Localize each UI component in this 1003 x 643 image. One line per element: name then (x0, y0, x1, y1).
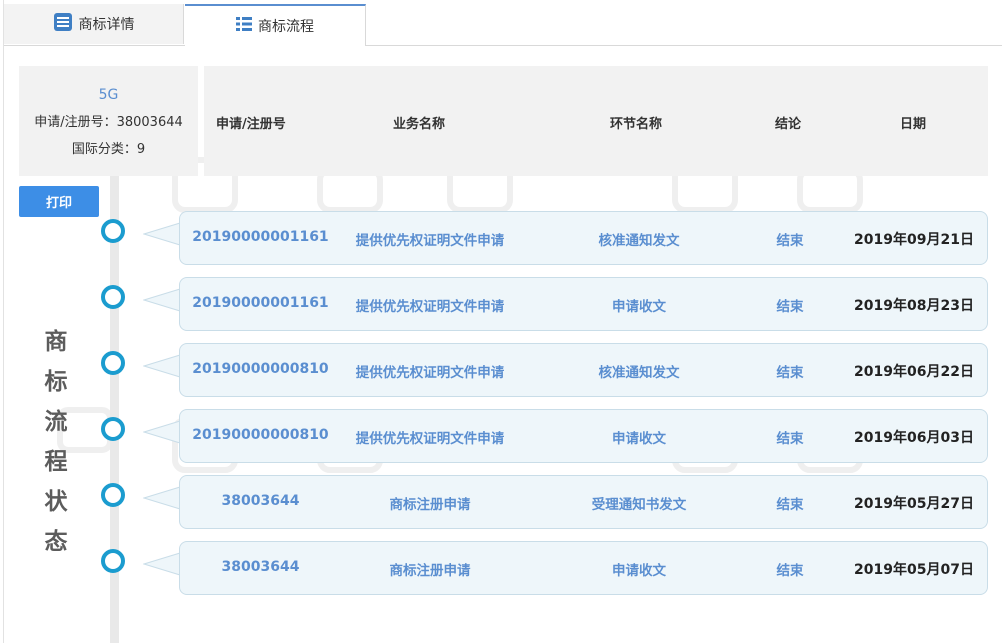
cell-step: 核准通知发文 (598, 233, 680, 249)
vertical-title: 商 标 流 程 状 态 (40, 322, 72, 562)
cell-result: 结束 (776, 299, 804, 315)
print-button[interactable]: 打印 (19, 186, 99, 217)
cell-step: 申请收文 (612, 299, 666, 315)
tab-label: 商标详情 (78, 17, 135, 33)
cell-date: 2019年06月03日 (854, 430, 974, 446)
cell-business: 提供优先权证明文件申请 (355, 233, 505, 249)
vertical-title-char: 状 (44, 489, 68, 515)
vertical-title-char: 标 (44, 369, 68, 395)
cell-reg-no: 38003644 (221, 493, 300, 509)
tab-label: 商标流程 (258, 19, 314, 35)
cell-result: 结束 (776, 431, 804, 447)
trademark-name: 5G (98, 87, 119, 103)
tab-trademark-detail[interactable]: 商标详情 (4, 4, 184, 44)
vertical-title-char: 流 (44, 409, 68, 435)
cell-step: 核准通知发文 (598, 365, 680, 381)
column-header-reg-no: 申请/注册号 (216, 117, 286, 132)
column-header-result: 结论 (775, 117, 802, 132)
vertical-title-char: 商 (44, 329, 68, 355)
cell-step: 申请收文 (612, 563, 666, 579)
vertical-title-char: 程 (44, 449, 68, 475)
timeline-node-icon (101, 549, 125, 573)
cell-business: 商标注册申请 (389, 563, 471, 579)
cell-date: 2019年05月07日 (854, 562, 974, 578)
timeline-card: 20190000001161 提供优先权证明文件申请 申请收文 结束 2019年… (179, 277, 988, 331)
timeline-node-icon (101, 483, 125, 507)
timeline-node-icon (101, 219, 125, 243)
cell-reg-no: 20190000000810 (192, 361, 329, 377)
timeline-node-icon (101, 417, 125, 441)
cell-date: 2019年08月23日 (854, 298, 974, 314)
cell-reg-no: 38003644 (221, 559, 300, 575)
cell-result: 结束 (776, 233, 804, 249)
cell-result: 结束 (776, 497, 804, 513)
card-pointer (143, 222, 181, 246)
registration-number: 申请/注册号：38003644 (34, 115, 183, 130)
cell-business: 提供优先权证明文件申请 (355, 365, 505, 381)
cell-reg-no: 20190000000810 (192, 427, 329, 443)
trademark-info-box: 5G 申请/注册号：38003644 国际分类：9 (19, 66, 198, 176)
timeline-card: 20190000000810 提供优先权证明文件申请 核准通知发文 结束 201… (179, 343, 988, 397)
cell-date: 2019年05月27日 (854, 496, 974, 512)
table-header: 申请/注册号 业务名称 环节名称 结论 日期 (204, 66, 988, 176)
cell-reg-no: 20190000001161 (192, 229, 329, 245)
column-header-business: 业务名称 (393, 117, 446, 132)
list-icon (236, 16, 252, 36)
cell-business: 提供优先权证明文件申请 (355, 299, 505, 315)
card-pointer (143, 420, 181, 444)
timeline-card: 38003644 商标注册申请 受理通知书发文 结束 2019年05月27日 (179, 475, 988, 529)
cell-result: 结束 (776, 365, 804, 381)
cell-result: 结束 (776, 563, 804, 579)
timeline-card: 38003644 商标注册申请 申请收文 结束 2019年05月07日 (179, 541, 988, 595)
timeline-card: 20190000000810 提供优先权证明文件申请 申请收文 结束 2019年… (179, 409, 988, 463)
column-header-step: 环节名称 (610, 117, 663, 132)
column-header-date: 日期 (900, 117, 927, 132)
cell-step: 申请收文 (612, 431, 666, 447)
international-class: 国际分类：9 (71, 142, 146, 157)
cell-business: 商标注册申请 (389, 497, 471, 513)
timeline-node-icon (101, 351, 125, 375)
tab-bar: 商标详情 商标流程 (4, 4, 1002, 46)
vertical-title-char: 态 (44, 529, 68, 555)
timeline-card: 20190000001161 提供优先权证明文件申请 核准通知发文 结束 201… (179, 211, 988, 265)
cell-business: 提供优先权证明文件申请 (355, 431, 505, 447)
timeline-node-icon (101, 285, 125, 309)
cell-reg-no: 20190000001161 (192, 295, 329, 311)
cell-step: 受理通知书发文 (591, 497, 687, 513)
cell-date: 2019年06月22日 (854, 364, 974, 380)
card-pointer (143, 288, 181, 312)
card-pointer (143, 552, 181, 576)
tab-trademark-flow[interactable]: 商标流程 (185, 4, 366, 46)
card-pointer (143, 486, 181, 510)
card-pointer (143, 354, 181, 378)
cell-date: 2019年09月21日 (854, 232, 974, 248)
document-list-icon (53, 12, 73, 36)
